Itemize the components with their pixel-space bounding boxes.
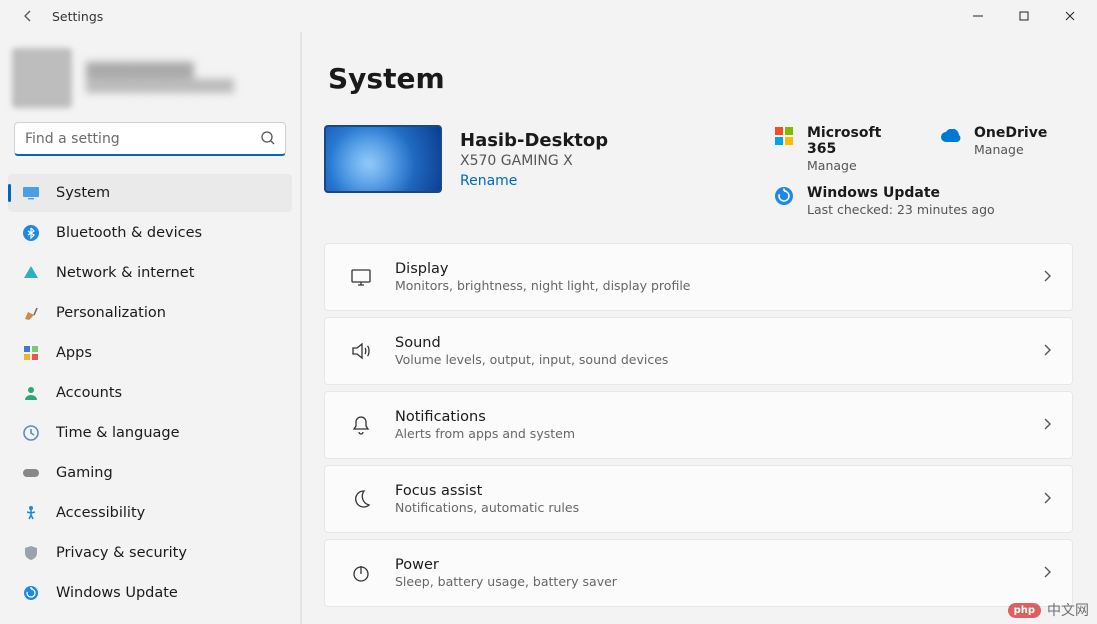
- profile-name: ██████████: [86, 63, 234, 79]
- arrow-left-icon: [20, 8, 36, 24]
- watermark-textances: 中文网: [1047, 600, 1089, 620]
- sidebar-item-privacy[interactable]: Privacy & security: [8, 534, 292, 572]
- sidebar-item-accounts[interactable]: Accounts: [8, 374, 292, 412]
- sidebar-item-personalization[interactable]: Personalization: [8, 294, 292, 332]
- card-title: Focus assist: [395, 483, 1040, 499]
- close-icon: [1065, 11, 1075, 21]
- sidebar-item-label: Apps: [56, 345, 92, 361]
- page-title: System: [328, 62, 1073, 95]
- clock-icon: [22, 425, 40, 441]
- sidebar-item-time[interactable]: Time & language: [8, 414, 292, 452]
- sidebar-item-accessibility[interactable]: Accessibility: [8, 494, 292, 532]
- card-sub: Monitors, brightness, night light, displ…: [395, 278, 1040, 293]
- monitor-icon: [345, 266, 377, 288]
- device-name: Hasib-Desktop: [460, 130, 608, 151]
- card-sub: Sleep, battery usage, battery saver: [395, 574, 1040, 589]
- sidebar-item-bluetooth[interactable]: Bluetooth & devices: [8, 214, 292, 252]
- chevron-right-icon: [1040, 490, 1054, 509]
- sidebar-item-label: Personalization: [56, 305, 166, 321]
- settings-card-display[interactable]: Display Monitors, brightness, night ligh…: [324, 243, 1073, 311]
- minimize-button[interactable]: [955, 0, 1001, 32]
- onedrive-icon: [940, 125, 962, 147]
- sidebar-item-label: Privacy & security: [56, 545, 187, 561]
- settings-card-power[interactable]: Power Sleep, battery usage, battery save…: [324, 539, 1073, 607]
- brush-icon: [22, 304, 40, 322]
- cloud-title: OneDrive: [974, 125, 1047, 141]
- profile-email: ████████████████: [86, 79, 234, 93]
- gamepad-icon: [22, 466, 40, 480]
- card-sub: Notifications, automatic rules: [395, 500, 1040, 515]
- minimize-icon: [973, 11, 983, 21]
- card-title: Display: [395, 261, 1040, 277]
- sidebar-item-update[interactable]: Windows Update: [8, 574, 292, 612]
- chevron-right-icon: [1040, 342, 1054, 361]
- cloud-link-m365[interactable]: Microsoft 365 Manage: [773, 125, 906, 173]
- rename-link[interactable]: Rename: [460, 173, 608, 189]
- close-button[interactable]: [1047, 0, 1093, 32]
- window-title: Settings: [52, 9, 103, 24]
- watermark: php 中文网: [1008, 600, 1089, 620]
- cloud-sub: Manage: [807, 158, 906, 173]
- device-thumbnail[interactable]: [324, 125, 442, 193]
- chevron-right-icon: [1040, 416, 1054, 435]
- cloud-link-onedrive[interactable]: OneDrive Manage: [940, 125, 1073, 173]
- microsoft-icon: [773, 125, 795, 147]
- settings-card-focus[interactable]: Focus assist Notifications, automatic ru…: [324, 465, 1073, 533]
- settings-card-notifications[interactable]: Notifications Alerts from apps and syste…: [324, 391, 1073, 459]
- sidebar-item-label: Bluetooth & devices: [56, 225, 202, 241]
- sidebar-item-label: Time & language: [56, 425, 180, 441]
- shield-icon: [22, 545, 40, 561]
- avatar: [12, 48, 72, 108]
- maximize-icon: [1019, 11, 1029, 21]
- chevron-right-icon: [1040, 564, 1054, 583]
- sidebar-item-apps[interactable]: Apps: [8, 334, 292, 372]
- back-button[interactable]: [14, 2, 42, 30]
- card-title: Notifications: [395, 409, 1040, 425]
- watermark-badge: php: [1008, 603, 1041, 618]
- wifi-icon: [22, 264, 40, 282]
- display-icon: [22, 184, 40, 202]
- sidebar-item-gaming[interactable]: Gaming: [8, 454, 292, 492]
- sidebar-item-label: Network & internet: [56, 265, 194, 281]
- apps-icon: [22, 345, 40, 361]
- sidebar-nav: System Bluetooth & devices Network & int…: [8, 174, 292, 612]
- person-icon: [22, 385, 40, 401]
- cloud-title: Windows Update: [807, 185, 995, 201]
- accessibility-icon: [22, 505, 40, 521]
- moon-icon: [345, 488, 377, 510]
- sidebar-item-label: Accounts: [56, 385, 122, 401]
- cloud-sub: Last checked: 23 minutes ago: [807, 202, 995, 217]
- sidebar-item-label: System: [56, 185, 110, 201]
- update-icon: [22, 585, 40, 601]
- cloud-sub: Manage: [974, 142, 1047, 157]
- device-model: X570 GAMING X: [460, 153, 608, 169]
- sidebar-item-label: Windows Update: [56, 585, 178, 601]
- bell-icon: [345, 414, 377, 436]
- divider: [300, 32, 302, 624]
- card-sub: Alerts from apps and system: [395, 426, 1040, 441]
- bluetooth-icon: [22, 225, 40, 241]
- speaker-icon: [345, 340, 377, 362]
- card-sub: Volume levels, output, input, sound devi…: [395, 352, 1040, 367]
- power-icon: [345, 562, 377, 584]
- sidebar-item-system[interactable]: System: [8, 174, 292, 212]
- search-input[interactable]: [14, 122, 286, 156]
- search-icon: [260, 130, 276, 150]
- sidebar-item-label: Gaming: [56, 465, 113, 481]
- sidebar-item-label: Accessibility: [56, 505, 145, 521]
- card-title: Sound: [395, 335, 1040, 351]
- update-icon: [773, 185, 795, 207]
- cloud-title: Microsoft 365: [807, 125, 906, 157]
- maximize-button[interactable]: [1001, 0, 1047, 32]
- settings-card-sound[interactable]: Sound Volume levels, output, input, soun…: [324, 317, 1073, 385]
- card-title: Power: [395, 557, 1040, 573]
- profile-block[interactable]: ██████████ ████████████████: [8, 40, 292, 122]
- chevron-right-icon: [1040, 268, 1054, 287]
- cloud-link-update[interactable]: Windows Update Last checked: 23 minutes …: [773, 185, 1073, 217]
- sidebar-item-network[interactable]: Network & internet: [8, 254, 292, 292]
